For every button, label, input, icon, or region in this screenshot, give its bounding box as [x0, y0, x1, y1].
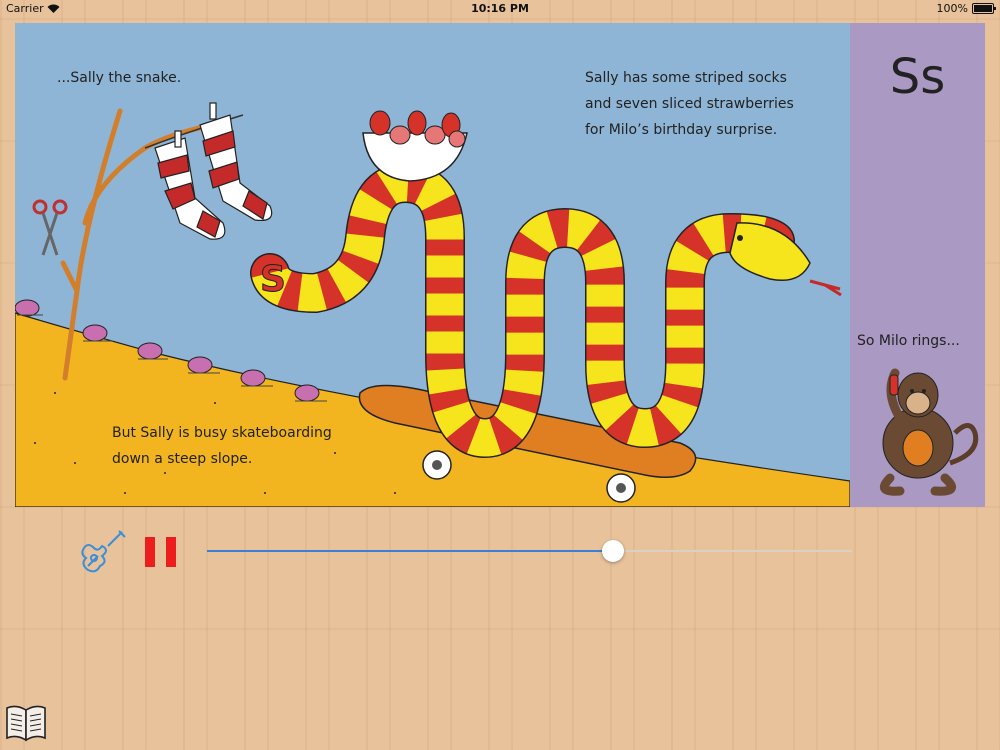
scissors: [32, 199, 68, 256]
book-icon: [6, 705, 46, 742]
guitar-icon: [81, 530, 126, 573]
story-text-top-left: ...Sally the snake.: [57, 70, 182, 86]
svg-text:S: S: [260, 259, 286, 300]
pause-button[interactable]: [145, 537, 177, 567]
status-bar: Carrier 10:16 PM 100%: [0, 0, 1000, 18]
story-line: for Milo’s birthday surprise.: [585, 122, 778, 138]
playback-thumb[interactable]: [602, 540, 625, 562]
status-time: 10:16 PM: [471, 2, 529, 15]
story-illustration[interactable]: S ...Sally the snake. Sally has some str…: [15, 23, 850, 507]
playback-slider[interactable]: [207, 540, 852, 562]
story-text-bottom-left: But Sally is busy skateboarding down a s…: [112, 420, 332, 472]
story-text-top-right: Sally has some striped socks and seven s…: [585, 65, 794, 143]
audio-controls: [0, 522, 1000, 582]
pause-icon: [145, 537, 155, 567]
book-page: S ...Sally the snake. Sally has some str…: [15, 23, 985, 507]
monkey-illustration: [880, 368, 979, 496]
music-toggle-button[interactable]: [78, 528, 128, 576]
story-line: But Sally is busy skateboarding: [112, 425, 332, 441]
status-right: 100%: [936, 2, 996, 15]
story-line: down a steep slope.: [112, 451, 253, 467]
battery-icon: [972, 3, 996, 14]
library-button[interactable]: [4, 702, 48, 744]
battery-percent: 100%: [936, 2, 968, 15]
letter-panel[interactable]: Ss So Milo rings...: [850, 23, 985, 507]
playback-progress: [207, 550, 614, 552]
story-line: and seven sliced strawberries: [585, 96, 794, 112]
pause-icon-bar: [166, 537, 176, 567]
story-line: Sally has some striped socks: [585, 70, 787, 86]
striped-socks: [154, 102, 273, 240]
